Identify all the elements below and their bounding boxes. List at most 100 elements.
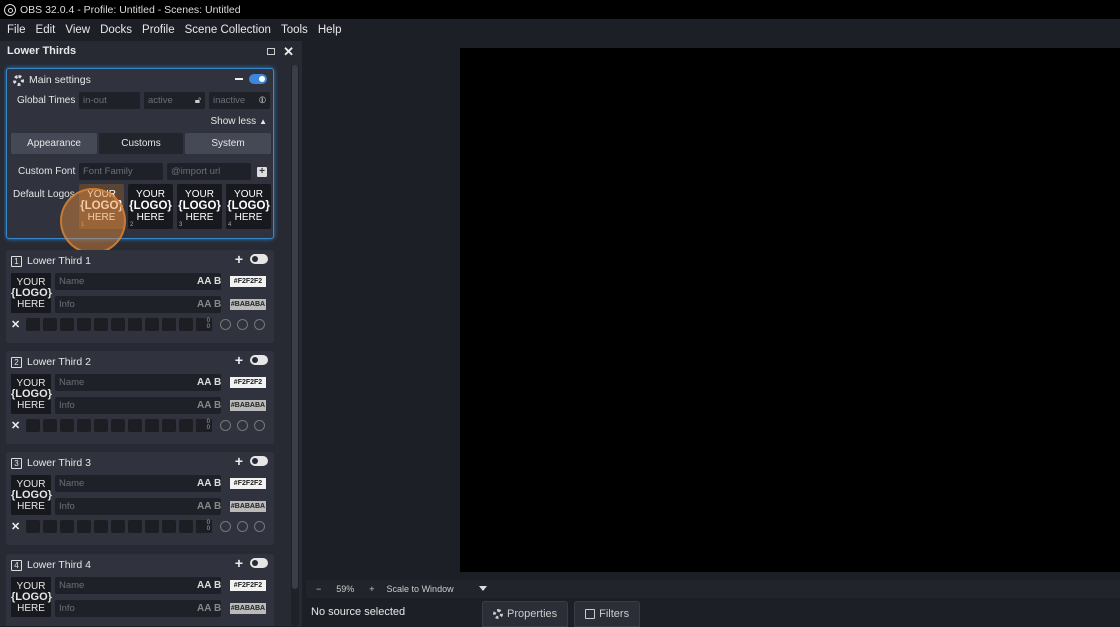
tab-system[interactable]: System (185, 133, 271, 154)
info-color-swatch[interactable]: #BABABA (230, 501, 266, 512)
bold-icon[interactable]: B (214, 603, 221, 614)
lock-icon[interactable]: 🔓︎ (195, 92, 201, 109)
inactive-input[interactable]: inactive ⦶ (209, 92, 270, 109)
scale-mode-select[interactable]: Scale to Window (387, 584, 497, 594)
bold-icon[interactable]: B (214, 478, 221, 489)
slot[interactable] (60, 419, 74, 432)
zoom-in-button[interactable]: + (369, 584, 374, 594)
default-logo-4[interactable]: YOUR {LOGO} HERE 4 (226, 184, 271, 229)
slot[interactable] (43, 419, 57, 432)
bold-icon[interactable]: B (214, 276, 221, 287)
counter[interactable]: 00 (196, 318, 212, 331)
font-icon[interactable]: AA (197, 580, 211, 591)
lower-third-toggle[interactable] (250, 558, 268, 568)
clock-icon[interactable] (254, 420, 265, 431)
slot[interactable] (26, 318, 40, 331)
slot[interactable] (179, 419, 193, 432)
lower-third-logo[interactable]: YOUR {LOGO} HERE (11, 374, 52, 414)
menu-help[interactable]: Help (313, 24, 347, 36)
font-icon[interactable]: AA (197, 299, 211, 310)
refresh-icon[interactable] (237, 420, 248, 431)
slot[interactable] (179, 520, 193, 533)
menu-file[interactable]: File (2, 24, 31, 36)
slot[interactable] (43, 520, 57, 533)
slot[interactable] (145, 318, 159, 331)
counter[interactable]: 00 (196, 419, 212, 432)
slot[interactable] (26, 520, 40, 533)
dock-scrollbar[interactable] (291, 65, 299, 626)
slot[interactable] (26, 419, 40, 432)
add-icon[interactable]: + (235, 556, 243, 570)
anim-icon[interactable] (220, 420, 231, 431)
add-icon[interactable]: + (235, 252, 243, 266)
clock-icon[interactable] (254, 521, 265, 532)
name-color-swatch[interactable]: #F2F2F2 (230, 478, 266, 489)
in-out-input[interactable]: in-out (79, 92, 140, 109)
menu-scene-collection[interactable]: Scene Collection (180, 24, 276, 36)
font-icon[interactable]: AA (197, 276, 211, 287)
name-color-swatch[interactable]: #F2F2F2 (230, 276, 266, 287)
slot[interactable] (94, 419, 108, 432)
slot[interactable] (145, 419, 159, 432)
slot[interactable] (111, 520, 125, 533)
slot[interactable] (111, 318, 125, 331)
name-color-swatch[interactable]: #F2F2F2 (230, 580, 266, 591)
clock-icon[interactable] (254, 319, 265, 330)
bold-icon[interactable]: B (214, 501, 221, 512)
slot[interactable] (60, 318, 74, 331)
bold-icon[interactable]: B (214, 580, 221, 591)
undock-icon[interactable] (267, 47, 276, 55)
menu-profile[interactable]: Profile (137, 24, 180, 36)
tab-appearance[interactable]: Appearance (11, 133, 97, 154)
slot[interactable] (43, 318, 57, 331)
show-less-button[interactable]: Show less ▲ (211, 116, 268, 127)
info-color-swatch[interactable]: #BABABA (230, 299, 266, 310)
dock-close-icon[interactable]: ✕ (283, 45, 294, 58)
name-color-swatch[interactable]: #F2F2F2 (230, 377, 266, 388)
slot[interactable] (128, 318, 142, 331)
lower-third-logo[interactable]: YOUR {LOGO} HERE (11, 577, 52, 617)
zoom-out-button[interactable]: − (316, 584, 321, 594)
slot[interactable] (77, 318, 91, 331)
clear-icon[interactable]: ✕ (11, 318, 23, 331)
slot[interactable] (145, 520, 159, 533)
refresh-icon[interactable] (237, 319, 248, 330)
font-icon[interactable]: AA (197, 501, 211, 512)
anim-icon[interactable] (220, 521, 231, 532)
slot[interactable] (111, 419, 125, 432)
properties-button[interactable]: Properties (482, 601, 569, 627)
slot[interactable] (162, 520, 176, 533)
lower-third-toggle[interactable] (250, 456, 268, 466)
add-icon[interactable]: + (235, 353, 243, 367)
slot[interactable] (94, 520, 108, 533)
scrollbar-thumb[interactable] (292, 65, 298, 589)
info-color-swatch[interactable]: #BABABA (230, 400, 266, 411)
info-color-swatch[interactable]: #BABABA (230, 603, 266, 614)
add-icon[interactable]: + (235, 454, 243, 468)
slot[interactable] (77, 520, 91, 533)
main-settings-toggle[interactable] (249, 74, 267, 84)
menu-docks[interactable]: Docks (95, 24, 137, 36)
lower-third-logo[interactable]: YOUR {LOGO} HERE (11, 475, 52, 515)
font-icon[interactable]: AA (197, 603, 211, 614)
clear-icon[interactable]: ✕ (11, 419, 23, 432)
menu-tools[interactable]: Tools (276, 24, 313, 36)
slot[interactable] (128, 520, 142, 533)
slot[interactable] (128, 419, 142, 432)
slot[interactable] (162, 419, 176, 432)
font-icon[interactable]: AA (197, 377, 211, 388)
anim-icon[interactable] (220, 319, 231, 330)
menu-view[interactable]: View (60, 24, 95, 36)
import-url-input[interactable]: @import url (167, 163, 251, 180)
active-input[interactable]: active 🔓︎ (144, 92, 205, 109)
bold-icon[interactable]: B (214, 299, 221, 310)
slot[interactable] (94, 318, 108, 331)
infinity-icon[interactable]: ⦶ (259, 92, 266, 109)
font-family-input[interactable]: Font Family (79, 163, 163, 180)
tab-customs[interactable]: Customs (99, 133, 183, 154)
menu-edit[interactable]: Edit (31, 24, 61, 36)
slot[interactable] (162, 318, 176, 331)
lower-third-toggle[interactable] (250, 254, 268, 264)
default-logo-2[interactable]: YOUR {LOGO} HERE 2 (128, 184, 173, 229)
clear-icon[interactable]: ✕ (11, 520, 23, 533)
